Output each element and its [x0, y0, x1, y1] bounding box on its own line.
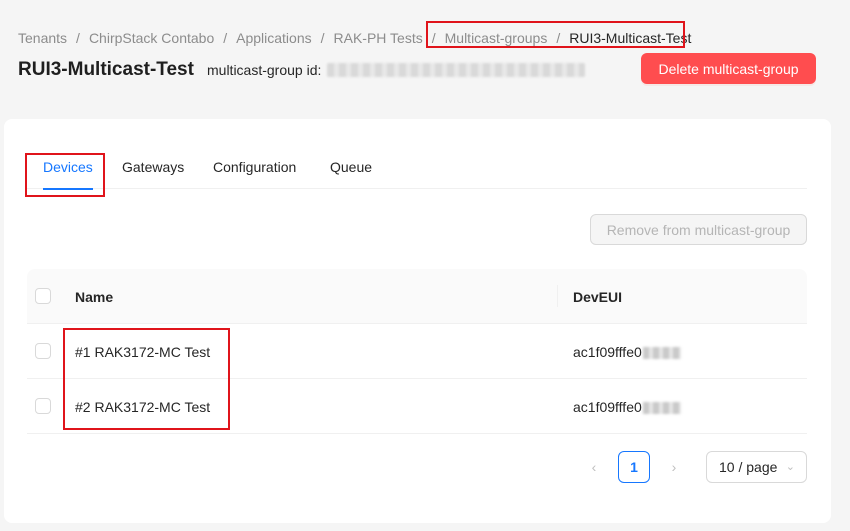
column-divider — [557, 285, 558, 307]
breadcrumb-separator: / — [223, 30, 228, 46]
tab-gateways[interactable]: Gateways — [122, 150, 184, 189]
breadcrumb-applications[interactable]: Applications — [236, 30, 312, 46]
breadcrumb-separator: / — [431, 30, 436, 46]
breadcrumb-separator: / — [76, 30, 80, 46]
chevron-left-icon[interactable]: ‹ — [582, 451, 606, 483]
delete-multicast-group-button[interactable]: Delete multicast-group — [641, 53, 816, 84]
page-size-select[interactable]: 10 / page ⌄ — [706, 451, 807, 483]
column-header-name[interactable]: Name — [75, 289, 113, 305]
device-deveui: ac1f09fffe0 — [573, 344, 681, 360]
page-size-value: 10 / page — [719, 459, 778, 475]
breadcrumb-tenant[interactable]: ChirpStack Contabo — [89, 30, 214, 46]
breadcrumb-tenants[interactable]: Tenants — [18, 30, 67, 46]
table-header: Name DevEUI — [27, 269, 807, 324]
table-row[interactable]: #1 RAK3172-MC Test ac1f09fffe0 — [27, 324, 807, 379]
tab-configuration[interactable]: Configuration — [213, 150, 296, 189]
table-row[interactable]: #2 RAK3172-MC Test ac1f09fffe0 — [27, 379, 807, 434]
row-checkbox[interactable] — [35, 343, 51, 359]
breadcrumb-multicast-groups[interactable]: Multicast-groups — [445, 30, 548, 46]
redacted-mark — [642, 402, 681, 415]
device-name[interactable]: #2 RAK3172-MC Test — [75, 399, 210, 415]
tab-queue[interactable]: Queue — [330, 150, 372, 189]
device-name[interactable]: #1 RAK3172-MC Test — [75, 344, 210, 360]
chevron-right-icon[interactable]: › — [662, 451, 686, 483]
tab-bar: Devices Gateways Configuration Queue — [27, 150, 807, 190]
pagination: ‹ 1 › — [582, 451, 686, 483]
chevron-down-icon: ⌄ — [785, 461, 795, 473]
page-title: RUI3-Multicast-Test — [18, 59, 194, 80]
device-deveui-text: ac1f09fffe0 — [573, 399, 642, 415]
multicast-group-id-value-redacted — [327, 63, 586, 77]
device-deveui-text: ac1f09fffe0 — [573, 344, 642, 360]
breadcrumb-current: RUI3-Multicast-Test — [569, 30, 692, 46]
select-all-checkbox[interactable] — [35, 288, 51, 304]
redacted-mark — [642, 347, 681, 360]
tab-devices[interactable]: Devices — [43, 150, 93, 190]
device-deveui: ac1f09fffe0 — [573, 399, 681, 415]
multicast-group-id: multicast-group id: — [207, 62, 586, 78]
row-checkbox[interactable] — [35, 398, 51, 414]
breadcrumb-application[interactable]: RAK-PH Tests — [334, 30, 423, 46]
multicast-group-id-label: multicast-group id: — [207, 62, 322, 78]
breadcrumb-separator: / — [320, 30, 325, 46]
devices-table: Name DevEUI #1 RAK3172-MC Test ac1f09fff… — [27, 269, 807, 434]
breadcrumb: Tenants / ChirpStack Contabo / Applicati… — [18, 30, 691, 46]
breadcrumb-separator: / — [556, 30, 561, 46]
column-header-deveui[interactable]: DevEUI — [573, 289, 622, 305]
remove-from-multicast-group-button[interactable]: Remove from multicast-group — [590, 214, 807, 245]
page-number[interactable]: 1 — [618, 451, 650, 483]
